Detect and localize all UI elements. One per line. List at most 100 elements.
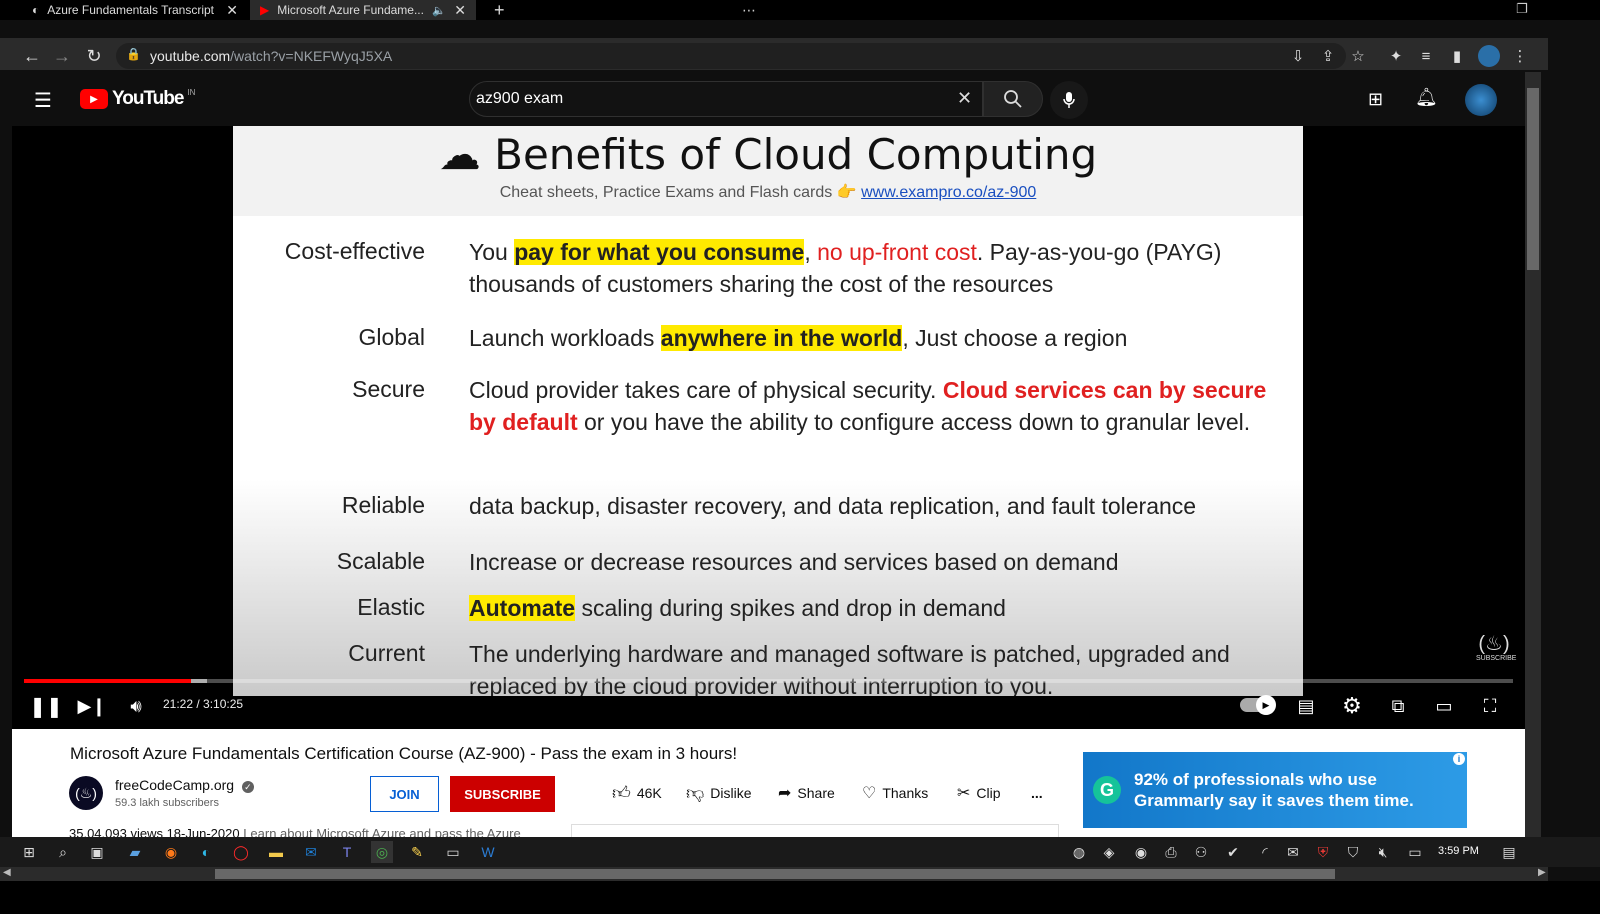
create-video-icon[interactable]: ⊞ bbox=[1368, 89, 1383, 110]
subscriber-count: 59.3 lakh subscribers bbox=[115, 797, 219, 809]
pause-icon[interactable]: ❚❚ bbox=[29, 692, 63, 720]
edge-icon[interactable]: ◐ bbox=[195, 841, 217, 863]
channel-name-row[interactable]: freeCodeCamp.org ✓ bbox=[115, 777, 254, 793]
youtube-play-icon: ▶ bbox=[80, 89, 108, 109]
slide-text-segment: , bbox=[804, 239, 818, 265]
tray-teams-icon[interactable]: ⚇ bbox=[1190, 841, 1212, 863]
task-view-icon[interactable]: ▣ bbox=[86, 841, 108, 863]
channel-watermark[interactable]: (♨) SUBSCRIBE bbox=[1476, 633, 1516, 669]
slide-text-segment: Cloud provider takes care of physical se… bbox=[469, 377, 943, 403]
menu-kebab-icon[interactable]: ⋮ bbox=[1508, 44, 1532, 68]
youtube-logo[interactable]: ▶ YouTube IN bbox=[80, 88, 195, 110]
subscribe-button[interactable]: SUBSCRIBE bbox=[450, 776, 555, 812]
taskbar-clock[interactable]: 3:59 PM bbox=[1438, 845, 1479, 857]
thanks-label: Thanks bbox=[882, 785, 929, 801]
address-bar[interactable]: 🔒 youtube.com/watch?v=NKEFWyqJ5XA bbox=[116, 43, 1346, 69]
wifi-icon[interactable]: ◜ bbox=[1254, 841, 1276, 863]
like-button[interactable]: 👍︎ 46K bbox=[612, 782, 662, 804]
firefox-icon[interactable]: ◉ bbox=[160, 841, 182, 863]
account-avatar[interactable] bbox=[1465, 84, 1497, 116]
muted-speaker-icon[interactable]: 🔇︎ bbox=[1372, 841, 1394, 863]
slide-link[interactable]: www.exampro.co/az-900 bbox=[861, 184, 1036, 201]
media-queue-icon[interactable]: ≡ bbox=[1414, 44, 1438, 68]
ad-info-icon[interactable]: i bbox=[1453, 753, 1465, 765]
search-button[interactable] bbox=[983, 81, 1043, 117]
opera-icon[interactable]: ◯ bbox=[230, 841, 252, 863]
battery-icon[interactable]: ▭ bbox=[1404, 841, 1426, 863]
settings-gear-icon[interactable]: ⚙ bbox=[1338, 692, 1366, 720]
tab-youtube-video[interactable]: ▶ Microsoft Azure Fundame... 🔈 ✕ bbox=[250, 0, 476, 20]
ad-line-2: Grammarly say it saves them time. bbox=[1134, 791, 1414, 810]
slide-term-current: Current bbox=[348, 640, 425, 666]
word-icon[interactable]: W bbox=[477, 841, 499, 863]
profile-avatar[interactable] bbox=[1478, 45, 1500, 67]
join-button[interactable]: JOIN bbox=[370, 776, 439, 812]
search-icon[interactable]: ⌕ bbox=[52, 841, 74, 863]
slide-term-elastic: Elastic bbox=[357, 594, 425, 620]
close-icon[interactable]: ✕ bbox=[454, 2, 466, 19]
extensions-icon[interactable]: ✦ bbox=[1384, 44, 1408, 68]
tray-outlook-icon[interactable]: ✉ bbox=[1282, 841, 1304, 863]
miniplayer-icon[interactable]: ⧉ bbox=[1384, 692, 1412, 720]
slide-term-global: Global bbox=[358, 324, 425, 350]
outlook-icon[interactable]: ✉ bbox=[300, 841, 322, 863]
windows-start-icon[interactable]: ⊞ bbox=[18, 841, 40, 863]
autoplay-toggle[interactable]: ▶ bbox=[1240, 695, 1276, 715]
back-icon[interactable]: ← bbox=[18, 42, 46, 70]
more-dots-icon[interactable]: ⋯ bbox=[742, 2, 756, 19]
page-scrollbar-thumb[interactable] bbox=[1527, 88, 1539, 270]
dislike-button[interactable]: 👎︎ Dislike bbox=[686, 782, 752, 804]
more-actions-button[interactable]: ... bbox=[1031, 782, 1043, 804]
side-panel-icon[interactable]: ▮ bbox=[1445, 44, 1469, 68]
chrome-icon[interactable]: ◎ bbox=[371, 841, 393, 863]
bottom-edge bbox=[0, 881, 1600, 914]
reload-icon[interactable]: ↻ bbox=[80, 42, 108, 70]
tray-app-icon[interactable]: ◍ bbox=[1068, 841, 1090, 863]
thanks-button[interactable]: ♡ Thanks bbox=[862, 782, 928, 804]
bookmark-star-icon[interactable]: ☆ bbox=[1346, 44, 1370, 68]
volume-icon[interactable]: 🔊︎ bbox=[122, 692, 150, 720]
share-button[interactable]: ➦ Share bbox=[778, 782, 835, 804]
slide-text-segment: , Just choose a region bbox=[902, 325, 1128, 351]
tray-security-icon[interactable]: ◈ bbox=[1098, 841, 1120, 863]
forward-icon[interactable]: → bbox=[48, 42, 76, 70]
teams-icon[interactable]: T bbox=[336, 841, 358, 863]
scroll-right-arrow-icon[interactable]: ▶ bbox=[1538, 867, 1546, 878]
close-icon[interactable]: ✕ bbox=[226, 2, 238, 19]
file-explorer-icon[interactable]: ▬ bbox=[265, 841, 287, 863]
install-icon[interactable]: ⇩ bbox=[1286, 44, 1310, 68]
search-input[interactable]: az900 exam bbox=[469, 81, 983, 117]
hamburger-menu-icon[interactable]: ☰ bbox=[34, 88, 52, 113]
slide-description-current: The underlying hardware and managed soft… bbox=[469, 638, 1289, 696]
new-tab-button[interactable]: + bbox=[484, 0, 514, 20]
tray-network-app-icon[interactable]: ◉ bbox=[1130, 841, 1152, 863]
share-page-icon[interactable]: ⇪ bbox=[1316, 44, 1340, 68]
tab-azure-transcript[interactable]: ◐ Azure Fundamentals Transcript ✕ bbox=[22, 0, 248, 20]
captions-icon[interactable]: ▤ bbox=[1292, 692, 1320, 720]
globe-icon: ◐ bbox=[32, 3, 40, 17]
screen-app-icon[interactable]: ▰ bbox=[124, 841, 146, 863]
channel-avatar[interactable]: (♨) bbox=[69, 776, 103, 810]
slide-description-elastic: Automate scaling during spikes and drop … bbox=[469, 592, 1289, 624]
clear-search-icon[interactable]: ✕ bbox=[957, 88, 972, 109]
tray-shield-icon[interactable]: ⛉ bbox=[1342, 841, 1364, 863]
tray-printer-icon[interactable]: ⎙ bbox=[1160, 841, 1182, 863]
notification-center-icon[interactable]: ▤ bbox=[1498, 841, 1520, 863]
scroll-left-arrow-icon[interactable]: ◀ bbox=[3, 867, 11, 878]
notifications-bell-icon[interactable]: 🔔︎ bbox=[1415, 87, 1438, 108]
tray-check-icon[interactable]: ✔ bbox=[1222, 841, 1244, 863]
clip-button[interactable]: ✂ Clip bbox=[957, 782, 1001, 804]
fullscreen-icon[interactable]: ⛶ bbox=[1476, 692, 1504, 720]
voice-search-button[interactable] bbox=[1050, 81, 1088, 119]
progress-bar[interactable] bbox=[24, 679, 1513, 683]
notepad-icon[interactable]: ✎ bbox=[406, 841, 428, 863]
grammarly-ad[interactable]: G 92% of professionals who use Grammarly… bbox=[1083, 752, 1467, 828]
horizontal-scrollbar-thumb[interactable] bbox=[215, 869, 1335, 879]
next-icon[interactable]: ▶❙ bbox=[78, 692, 107, 720]
tray-mcafee-icon[interactable]: ⛨ bbox=[1312, 841, 1334, 863]
channel-name[interactable]: freeCodeCamp.org bbox=[115, 777, 234, 793]
theater-mode-icon[interactable]: ▭ bbox=[1430, 692, 1458, 720]
speaker-icon[interactable]: 🔈 bbox=[432, 4, 446, 17]
terminal-icon[interactable]: ▭ bbox=[442, 841, 464, 863]
restore-window-icon[interactable]: ❐ bbox=[1516, 1, 1528, 17]
